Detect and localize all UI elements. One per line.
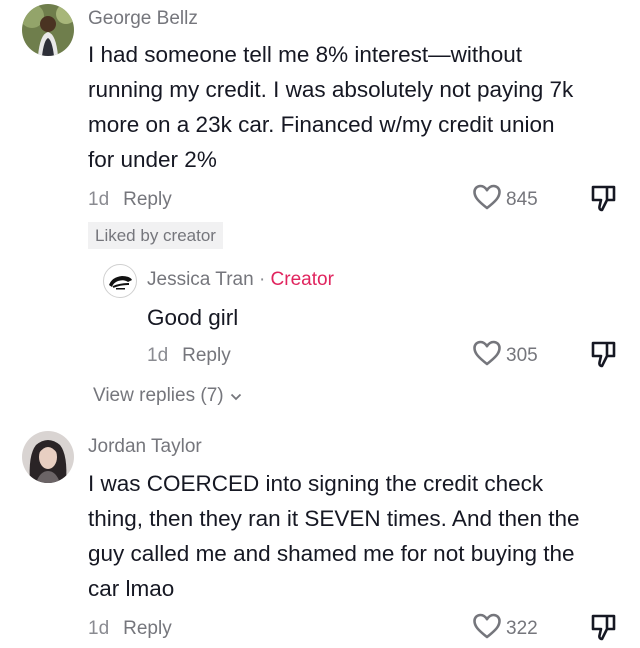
reply-button[interactable]: Reply — [182, 345, 231, 366]
separator-dot: · — [258, 269, 266, 290]
comment-text-line: running my credit. I was absolutely not … — [88, 77, 574, 102]
comment-text-line: thing, then they ran it SEVEN times. And… — [88, 506, 580, 531]
reply-author[interactable]: Jessica Tran — [147, 269, 254, 290]
reply-button[interactable]: Reply — [123, 618, 172, 639]
reply-meta: 1d Reply — [147, 345, 231, 367]
liked-by-creator-badge: Liked by creator — [88, 222, 223, 249]
reply-time: 1d — [147, 345, 169, 366]
avatar[interactable] — [22, 431, 74, 483]
dislike-button[interactable] — [590, 340, 618, 375]
heart-outline-icon — [472, 339, 502, 373]
heart-outline-icon — [472, 183, 502, 217]
like-count: 305 — [506, 345, 538, 366]
thumbs-down-outline-icon — [590, 341, 618, 374]
comment-time: 1d — [88, 189, 110, 210]
heart-outline-icon — [472, 612, 502, 646]
chevron-down-icon — [230, 385, 242, 407]
comment-meta: 1d Reply — [88, 189, 172, 211]
comment-meta: 1d Reply — [88, 618, 172, 640]
comment-jordan-taylor: Jordan Taylor I was COERCED into signing… — [0, 420, 640, 646]
like-button[interactable]: 322 — [472, 612, 538, 646]
view-replies-label: View replies (7) — [93, 385, 224, 406]
like-button[interactable]: 305 — [472, 339, 538, 373]
reply-button[interactable]: Reply — [123, 189, 172, 210]
reply-text: Good girl — [147, 305, 239, 330]
comment-text-line: more on a 23k car. Financed w/my credit … — [88, 112, 555, 137]
view-replies-button[interactable]: View replies (7) — [93, 385, 242, 407]
avatar[interactable] — [103, 264, 137, 298]
comment-text: I had someone tell me 8% interest—withou… — [88, 37, 628, 177]
avatar[interactable] — [22, 4, 74, 56]
thumbs-down-outline-icon — [590, 614, 618, 647]
dislike-button[interactable] — [590, 184, 618, 219]
comment-george-bellz: George Bellz I had someone tell me 8% in… — [0, 0, 640, 420]
comment-text-line: car lmao — [88, 576, 175, 601]
reply-username: Jessica Tran · Creator — [147, 269, 334, 291]
comment-text-line: guy called me and shamed me for not buyi… — [88, 541, 575, 566]
thumbs-down-outline-icon — [590, 185, 618, 218]
comment-text-line: I was COERCED into signing the credit ch… — [88, 471, 544, 496]
like-count: 845 — [506, 189, 538, 210]
dislike-button[interactable] — [590, 613, 618, 648]
comment-text: I was COERCED into signing the credit ch… — [88, 466, 628, 606]
comment-text-line: I had someone tell me 8% interest—withou… — [88, 42, 522, 67]
like-count: 322 — [506, 618, 538, 639]
like-button[interactable]: 845 — [472, 183, 538, 217]
comment-text-line: for under 2% — [88, 147, 217, 172]
comment-username[interactable]: Jordan Taylor — [88, 436, 202, 458]
comment-time: 1d — [88, 618, 110, 639]
creator-label: Creator — [270, 269, 334, 290]
comment-username[interactable]: George Bellz — [88, 8, 198, 30]
